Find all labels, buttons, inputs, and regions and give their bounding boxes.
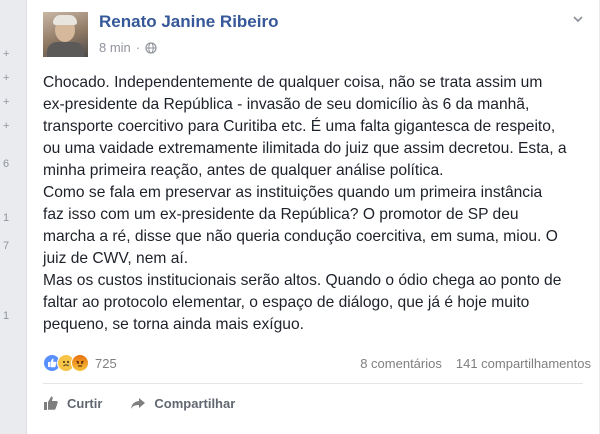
post-line: transporte coercitivo para Curitiba etc.… <box>43 118 556 135</box>
author-name[interactable]: Renato Janine Ribeiro <box>99 12 278 32</box>
like-button[interactable]: Curtir <box>43 395 102 411</box>
post-line: ex-presidente da República - invasão de … <box>43 96 530 113</box>
post-line: marcha a ré, disse que não queria conduç… <box>43 228 558 245</box>
side-glyph: 1 <box>3 310 10 322</box>
post-body: Chocado. Independentemente de qualquer c… <box>43 72 593 336</box>
side-glyph: + <box>3 96 10 108</box>
share-icon <box>131 398 146 409</box>
post-line: pequeno, se torna ainda mais exíguo. <box>43 316 304 333</box>
post-actions: Curtir Compartilhar <box>43 390 235 416</box>
angry-reaction-icon <box>71 354 89 372</box>
post-summary-bar: 725 8 comentários 141 compartilhamentos <box>43 353 591 373</box>
post-line: Como se fala em preservar as instituiçõe… <box>43 184 543 201</box>
side-glyph: 7 <box>3 240 10 252</box>
side-glyph: + <box>3 72 10 84</box>
post-line: minha primeira reação, antes de qualquer… <box>43 162 444 179</box>
left-sidebar-strip: + + + + 6 1 7 1 <box>0 0 26 434</box>
side-glyph: 1 <box>3 212 10 224</box>
like-button-label: Curtir <box>67 395 103 411</box>
comments-count-link[interactable]: 8 comentários <box>360 356 442 371</box>
share-button[interactable]: Compartilhar <box>130 395 235 411</box>
reactions-summary[interactable]: 725 <box>43 354 117 372</box>
side-glyph: + <box>3 48 10 60</box>
action-divider <box>43 383 583 384</box>
side-glyph: + <box>3 120 10 132</box>
post-line: faltar ao protocolo elementar, o espaço … <box>43 294 530 311</box>
post-line: Mas os custos institucionais serão altos… <box>43 272 562 289</box>
post-line: Chocado. Independentemente de qualquer c… <box>43 74 543 91</box>
author-avatar[interactable] <box>43 12 88 57</box>
post-line: ou uma vaidade extremamente ilimitada do… <box>43 140 567 157</box>
like-icon <box>44 396 58 410</box>
post-meta: 8 min · <box>99 40 157 55</box>
chevron-down-icon[interactable] <box>571 12 585 26</box>
post-line: faz isso com um ex-presidente da Repúbli… <box>43 206 519 223</box>
post-timestamp[interactable]: 8 min <box>99 40 131 55</box>
post-card: Renato Janine Ribeiro 8 min · Chocado. I… <box>26 0 599 434</box>
globe-icon <box>145 41 157 54</box>
shares-count-link[interactable]: 141 compartilhamentos <box>456 356 591 371</box>
side-glyph: 6 <box>3 158 10 170</box>
share-button-label: Compartilhar <box>154 395 236 411</box>
meta-separator: · <box>135 40 141 55</box>
reaction-count: 725 <box>95 355 117 371</box>
post-line: juiz de CWV, nem aí. <box>43 250 189 267</box>
